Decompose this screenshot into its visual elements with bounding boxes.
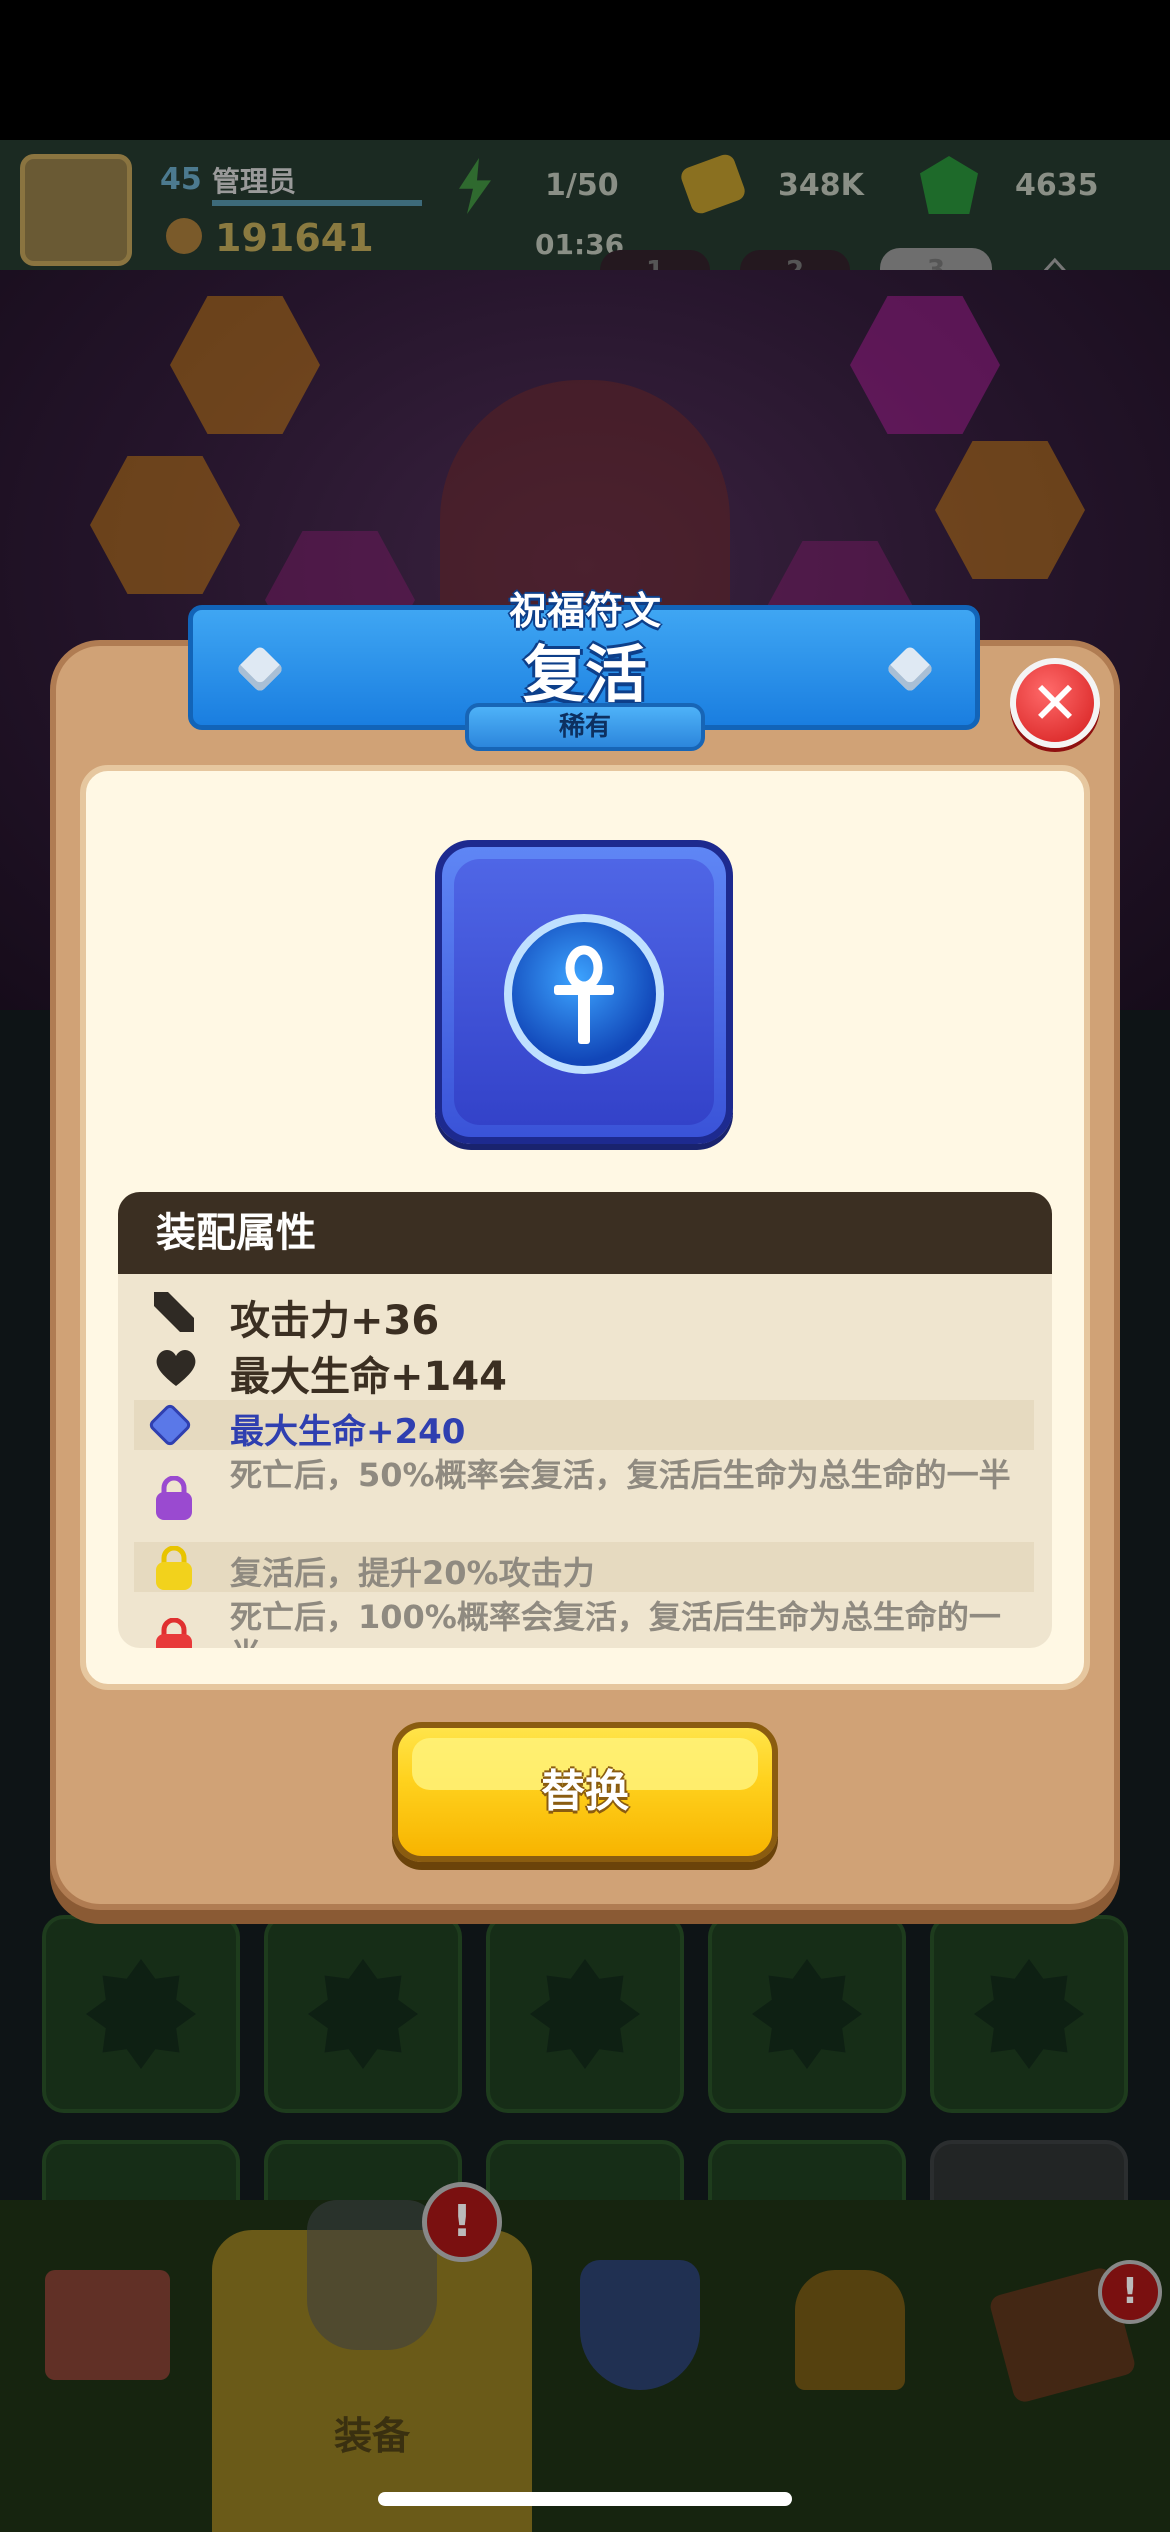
rune-name: 复活 xyxy=(522,638,647,711)
close-button[interactable]: ✕ xyxy=(1010,658,1100,748)
nav-tab-equipment[interactable]: 装备 xyxy=(212,2200,532,2532)
player-name: 管理员 xyxy=(212,165,297,198)
attribute-text: 攻击力+36 xyxy=(230,1298,440,1344)
alert-badge-icon: ! xyxy=(1098,2260,1162,2324)
attributes-title: 装配属性 xyxy=(156,1210,316,1256)
replace-button[interactable]: 替换 xyxy=(392,1722,778,1862)
attribute-row: 攻击力+36 xyxy=(134,1284,1034,1344)
power-icon xyxy=(166,218,202,254)
attributes-header: 装配属性 xyxy=(118,1192,1052,1274)
yellow-lock-icon xyxy=(154,1545,194,1590)
diamond-decoration-icon xyxy=(235,644,285,694)
gold-value: 348K xyxy=(778,168,864,203)
attribute-text: 最大生命+240 xyxy=(230,1412,466,1452)
diamond-decoration-icon xyxy=(885,644,935,694)
equipment-slot[interactable] xyxy=(42,1915,240,2113)
rarity-label: 稀有 xyxy=(558,712,611,742)
power-value: 191641 xyxy=(215,216,374,260)
attribute-row: 最大生命+144 xyxy=(134,1340,1034,1400)
purple-lock-icon xyxy=(154,1475,194,1520)
gems-value: 4635 xyxy=(1015,168,1099,203)
attribute-row: 最大生命+240 xyxy=(134,1400,1034,1452)
armor-icon xyxy=(307,2200,437,2350)
sword-icon xyxy=(154,1292,194,1332)
home-indicator[interactable] xyxy=(378,2492,792,2506)
blue-diamond-icon xyxy=(147,1402,193,1448)
replace-label: 替换 xyxy=(541,1766,629,1817)
gem-icon[interactable] xyxy=(920,156,978,214)
shop-icon[interactable] xyxy=(45,2270,170,2380)
attribute-text: 最大生命+144 xyxy=(230,1354,508,1400)
attributes-panel: 装配属性 攻击力+36 最大生命+144 最大生命+240 死亡后，50%概率会… xyxy=(118,1192,1052,1648)
equipment-slot[interactable] xyxy=(708,1915,906,2113)
shield-icon[interactable] xyxy=(580,2260,700,2390)
attribute-row: 死亡后，100%概率会复活，复活后生命为总生命的一半 xyxy=(134,1596,1034,1648)
gold-icon[interactable] xyxy=(678,151,748,217)
attribute-text: 死亡后，100%概率会复活，复活后生命为总生命的一半 xyxy=(230,1598,1001,1648)
player-avatar[interactable] xyxy=(20,154,132,266)
rune-icon-background xyxy=(454,859,714,1125)
equipment-slot[interactable] xyxy=(264,1915,462,2113)
close-icon: ✕ xyxy=(1030,669,1080,737)
attribute-text: 死亡后，50%概率会复活，复活后生命为总生命的一半 xyxy=(230,1456,1011,1494)
rune-icon-frame xyxy=(435,840,733,1144)
ankh-icon xyxy=(554,945,614,1044)
top-hud: 45 管理员 191641 1/50 348K 4635 01:36 1 2 3… xyxy=(0,140,1170,295)
heart-icon xyxy=(154,1348,198,1388)
energy-value: 1/50 xyxy=(545,168,619,203)
equipment-label: 装备 xyxy=(333,2414,410,2458)
xp-bar xyxy=(212,200,422,206)
attribute-row: 死亡后，50%概率会复活，复活后生命为总生命的一半 xyxy=(134,1454,1034,1538)
alert-badge-icon: ! xyxy=(422,2182,502,2262)
rune-slot-icon[interactable] xyxy=(90,456,240,594)
attribute-row: 复活后，提升20%攻击力 xyxy=(134,1542,1034,1592)
bottom-nav: 装备 ! ! xyxy=(0,2182,1170,2532)
equipment-slot[interactable] xyxy=(930,1915,1128,2113)
status-bar xyxy=(0,0,1170,140)
attribute-text: 复活后，提升20%攻击力 xyxy=(230,1554,595,1592)
rune-slot-icon[interactable] xyxy=(935,441,1085,579)
equipment-slot[interactable] xyxy=(486,1915,684,2113)
player-level: 45 xyxy=(160,162,202,197)
rune-slot-icon[interactable] xyxy=(850,296,1000,434)
energy-icon[interactable] xyxy=(459,158,491,214)
red-lock-icon xyxy=(154,1617,194,1648)
rarity-badge: 稀有 xyxy=(465,703,705,751)
trophy-icon[interactable] xyxy=(795,2270,905,2390)
rune-slot-icon[interactable] xyxy=(170,296,320,434)
ankh-rune-icon xyxy=(504,914,664,1074)
